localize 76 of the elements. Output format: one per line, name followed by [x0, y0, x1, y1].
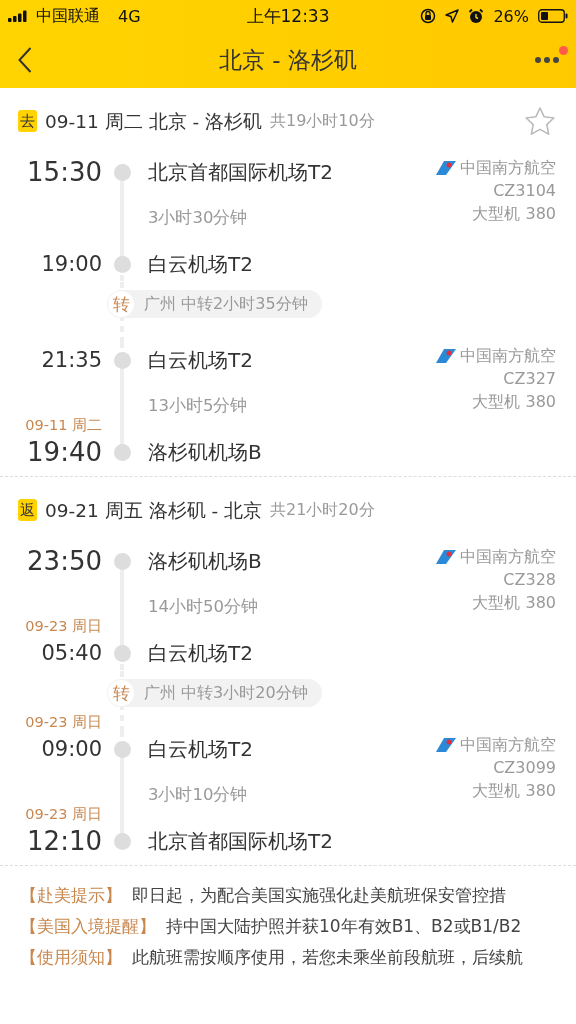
departure-date: 09-23 周日	[25, 713, 102, 731]
aircraft-type: 大型机 380	[472, 203, 556, 225]
aircraft-type: 大型机 380	[472, 391, 556, 413]
timeline-dot	[113, 552, 131, 570]
tail-fin-icon	[436, 348, 456, 363]
alarm-clock-icon	[468, 8, 485, 24]
aircraft-type: 大型机 380	[472, 780, 556, 802]
network-type: 4G	[118, 6, 141, 26]
transfer-badge: 转	[108, 680, 134, 706]
trip-date-route: 09-11 周二 北京 - 洛杉矶	[45, 109, 262, 134]
page-title: 北京 - 洛杉矶	[219, 45, 357, 75]
timeline-dot	[113, 832, 131, 850]
carrier-name: 中国联通	[36, 5, 100, 27]
notice-text: 持中国大陆护照并获10年有效B1、B2或B1/B2	[166, 915, 522, 938]
flight-number: CZ3099	[493, 757, 556, 779]
departure-time: 15:30	[27, 156, 102, 189]
clock: 上午12:33	[246, 4, 330, 28]
flight-number: CZ328	[503, 569, 556, 591]
arrival-airport: 白云机场T2	[148, 250, 253, 278]
flight-number: CZ3104	[493, 180, 556, 202]
arrival-time: 12:10	[27, 825, 102, 858]
departure-airport: 北京首都国际机场T2	[148, 158, 333, 186]
airline-name: 中国南方航空	[460, 734, 556, 756]
total-duration: 共19小时10分	[269, 110, 375, 132]
rotation-lock-icon	[420, 8, 437, 24]
direction-badge: 去	[18, 110, 37, 132]
timeline-dot	[113, 351, 131, 369]
transfer-text: 广州 中转3小时20分钟	[144, 682, 308, 704]
arrival-time: 19:00	[41, 251, 102, 278]
trip-date-route: 09-21 周五 洛杉矶 - 北京	[45, 498, 262, 523]
flight-duration: 14小时50分钟	[148, 596, 258, 618]
notice-label: 【赴美提示】	[20, 884, 122, 907]
transfer-text: 广州 中转2小时35分钟	[144, 293, 308, 315]
arrival-date: 09-11 周二	[25, 416, 102, 434]
timeline-dot	[113, 644, 131, 662]
total-duration: 共21小时20分	[269, 499, 375, 521]
departure-airport: 洛杉矶机场B	[148, 547, 262, 575]
tail-fin-icon	[436, 737, 456, 752]
timeline-dot	[113, 740, 131, 758]
arrival-date: 09-23 周日	[25, 805, 102, 823]
departure-time: 21:35	[41, 347, 102, 374]
timeline-dot	[113, 163, 131, 181]
arrival-date: 09-23 周日	[25, 617, 102, 635]
tail-fin-icon	[436, 160, 456, 175]
arrival-airport: 白云机场T2	[148, 639, 253, 667]
arrival-time: 05:40	[41, 640, 102, 667]
battery-icon	[538, 9, 568, 23]
departure-airport: 白云机场T2	[148, 735, 253, 763]
airline-name: 中国南方航空	[460, 546, 556, 568]
favorite-star-icon[interactable]	[524, 106, 556, 136]
departure-time: 23:50	[27, 545, 102, 578]
battery-percent: 26%	[493, 6, 529, 26]
notice-label: 【使用须知】	[20, 946, 122, 969]
arrival-time: 19:40	[27, 436, 102, 469]
flight-number: CZ327	[503, 368, 556, 390]
departure-time: 09:00	[41, 736, 102, 763]
arrival-airport: 北京首都国际机场T2	[148, 827, 333, 855]
tail-fin-icon	[436, 549, 456, 564]
transfer-badge: 转	[108, 291, 134, 317]
more-icon	[534, 56, 560, 64]
signal-icon	[8, 10, 30, 22]
timeline-dot	[113, 443, 131, 461]
direction-badge: 返	[18, 499, 37, 521]
location-arrow-icon	[445, 9, 460, 23]
airline-name: 中国南方航空	[460, 345, 556, 367]
notice-text: 即日起，为配合美国实施强化赴美航班保安管控措	[132, 884, 506, 907]
arrival-airport: 洛杉矶机场B	[148, 438, 262, 466]
departure-airport: 白云机场T2	[148, 346, 253, 374]
notice-label: 【美国入境提醒】	[20, 915, 156, 938]
timeline-dot	[113, 255, 131, 273]
aircraft-type: 大型机 380	[472, 592, 556, 614]
notice-text: 此航班需按顺序使用，若您未乘坐前段航班，后续航	[132, 946, 523, 969]
flight-duration: 13小时5分钟	[148, 395, 248, 417]
airline-name: 中国南方航空	[460, 157, 556, 179]
flight-duration: 3小时10分钟	[148, 784, 248, 806]
flight-duration: 3小时30分钟	[148, 207, 248, 229]
